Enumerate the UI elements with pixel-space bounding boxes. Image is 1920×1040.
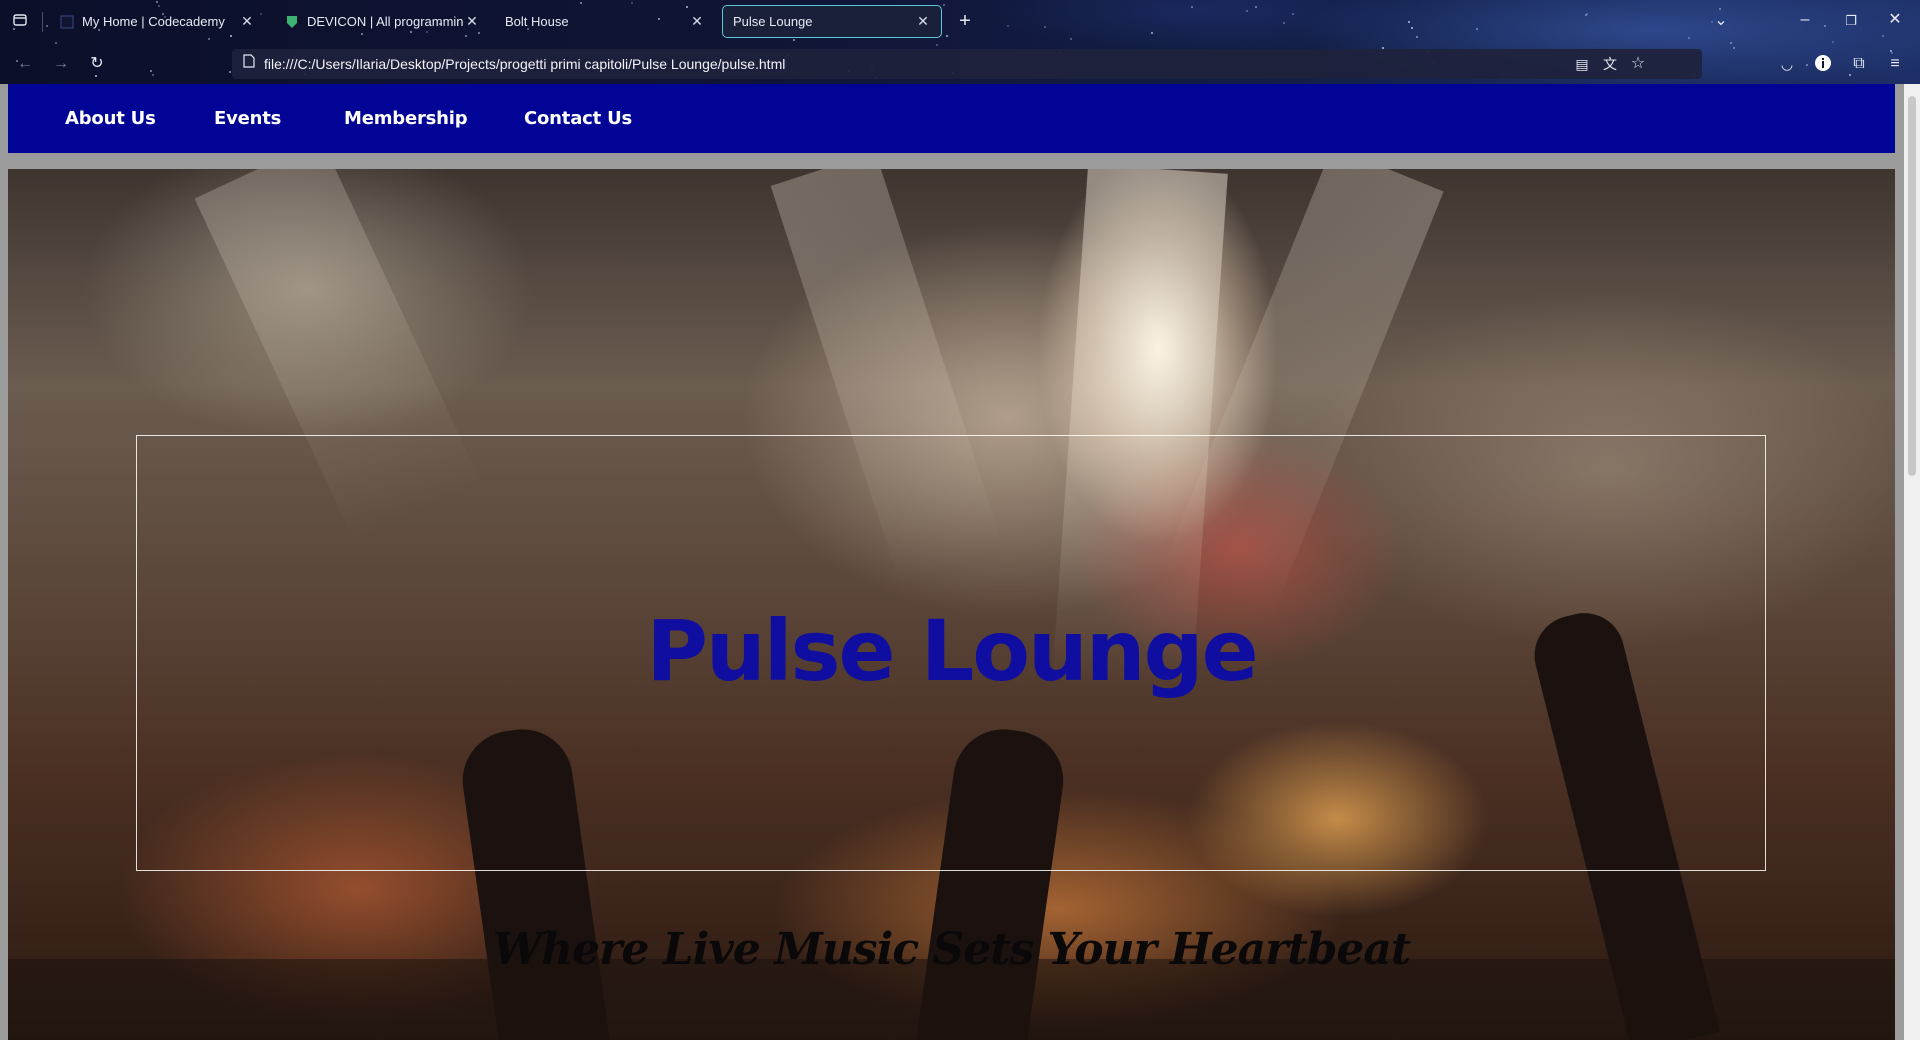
close-icon[interactable]: ✕ <box>689 13 705 30</box>
nav-events[interactable]: Events <box>214 108 281 129</box>
scrollbar-thumb[interactable] <box>1908 96 1916 476</box>
translate-icon[interactable]: 文 <box>1600 54 1620 74</box>
close-icon[interactable]: ✕ <box>239 13 255 30</box>
url-text: file:///C:/Users/Ilaria/Desktop/Projects… <box>264 56 786 72</box>
star <box>1730 42 1732 44</box>
tab-codecademy[interactable]: My Home | Codecademy ✕ <box>50 5 265 38</box>
extension-info-icon[interactable] <box>1812 54 1834 78</box>
nav-membership[interactable]: Membership <box>344 108 468 129</box>
pocket-icon[interactable]: ◡ <box>1776 54 1798 74</box>
devicon-favicon-icon <box>287 15 297 28</box>
tab-devicon[interactable]: DEVICON | All programming la ✕ <box>275 5 490 38</box>
browser-chrome: My Home | Codecademy ✕ DEVICON | All pro… <box>0 0 1920 84</box>
close-window-icon[interactable]: ✕ <box>1884 10 1906 30</box>
page-viewport: About Us Events Membership Contact Us Pu… <box>0 84 1904 1040</box>
forward-icon[interactable]: → <box>50 54 72 74</box>
new-tab-icon[interactable]: + <box>954 11 976 31</box>
tab-title: DEVICON | All programming la <box>307 14 464 29</box>
codecademy-favicon-icon <box>60 15 74 28</box>
star <box>1733 47 1735 49</box>
address-bar[interactable]: file:///C:/Users/Ilaria/Desktop/Projects… <box>232 49 1702 79</box>
nav-contact-us[interactable]: Contact Us <box>524 108 632 129</box>
minimize-icon[interactable]: – <box>1794 10 1816 30</box>
star <box>1849 74 1851 76</box>
tab-title: Pulse Lounge <box>733 14 813 29</box>
star <box>152 74 154 76</box>
close-icon[interactable]: ✕ <box>915 13 931 30</box>
page-icon <box>240 53 258 73</box>
star <box>95 75 97 77</box>
tab-separator <box>42 12 43 32</box>
hero-title: Pulse Lounge <box>646 602 1258 700</box>
tab-pulse-lounge[interactable]: Pulse Lounge ✕ <box>722 5 942 38</box>
close-icon[interactable]: ✕ <box>464 13 480 30</box>
reload-icon[interactable]: ↻ <box>86 54 108 74</box>
tab-title: Bolt House <box>505 14 569 29</box>
back-icon[interactable]: ← <box>14 54 36 74</box>
reader-view-icon[interactable]: ▤ <box>1572 54 1592 74</box>
nav-about-us[interactable]: About Us <box>65 108 156 129</box>
menu-icon[interactable]: ≡ <box>1884 54 1906 74</box>
tab-bolt-house[interactable]: Bolt House ✕ <box>495 5 715 38</box>
page-scrollbar[interactable] <box>1904 84 1920 1040</box>
star <box>1806 64 1808 66</box>
star <box>150 70 152 72</box>
main-nav: About Us Events Membership Contact Us <box>8 84 1895 153</box>
chevron-down-icon[interactable]: ⌄ <box>1710 11 1732 31</box>
tab-title: My Home | Codecademy <box>82 14 225 29</box>
hero-tagline: Where Live Music Sets Your Heartbeat <box>492 924 1412 975</box>
star <box>229 71 231 73</box>
tab-list-icon[interactable] <box>10 12 30 34</box>
bookmark-star-icon[interactable]: ☆ <box>1628 54 1648 74</box>
tab-strip: My Home | Codecademy ✕ DEVICON | All pro… <box>0 0 1920 42</box>
star <box>936 44 938 46</box>
extensions-icon[interactable]: ⧉ <box>1848 54 1870 74</box>
restore-icon[interactable]: ❐ <box>1840 11 1862 31</box>
star <box>55 42 57 44</box>
